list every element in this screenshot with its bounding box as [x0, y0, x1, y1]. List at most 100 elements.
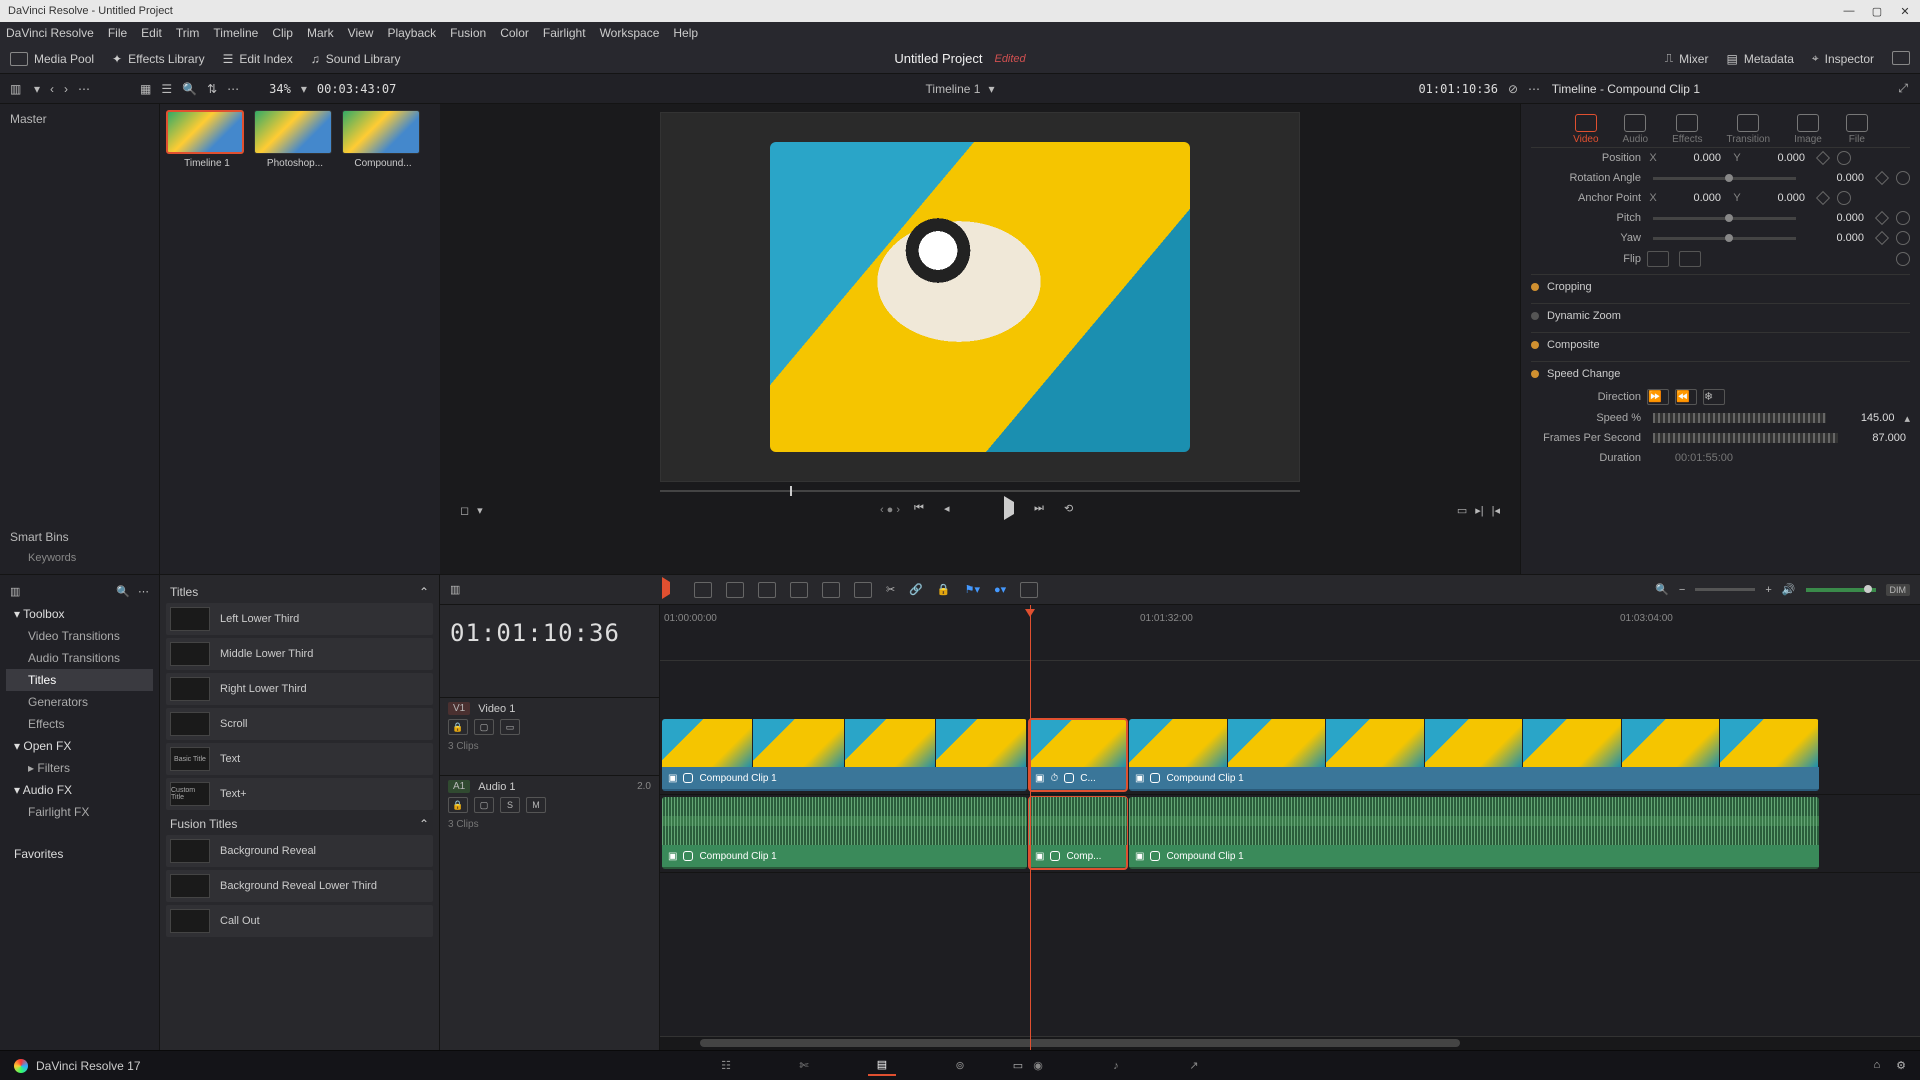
caret-up-icon[interactable]: ▴	[1904, 412, 1910, 425]
zoom-out-button[interactable]: −	[1679, 584, 1685, 596]
inspector-tab-audio[interactable]: Audio	[1623, 114, 1649, 145]
next-icon[interactable]: ›	[64, 82, 68, 96]
cat-toolbox[interactable]: ▾ Toolbox	[6, 603, 153, 625]
flip-h-button[interactable]	[1647, 251, 1669, 267]
section-dynamic-zoom[interactable]: Dynamic Zoom	[1531, 303, 1910, 328]
fps-slider[interactable]	[1653, 433, 1838, 443]
page-fusion[interactable]: ⊚	[946, 1056, 974, 1076]
mixer-toggle[interactable]: ⎍Mixer	[1665, 51, 1709, 66]
timeline-clip[interactable]: ▣Compound Clip 1	[662, 797, 1027, 869]
favorites-header[interactable]: Favorites	[6, 843, 153, 865]
single-viewer-icon[interactable]: ▭	[1457, 504, 1467, 517]
menu-mark[interactable]: Mark	[307, 26, 334, 40]
timeline-view-icon[interactable]: ▥	[450, 583, 464, 597]
menu-workspace[interactable]: Workspace	[600, 26, 660, 40]
timeline-clip[interactable]: ▣Compound Clip 1	[662, 719, 1027, 791]
page-cut[interactable]: ✄	[790, 1056, 818, 1076]
search-icon[interactable]: 🔍	[116, 585, 130, 599]
pitch-slider[interactable]	[1653, 217, 1796, 220]
selection-tool[interactable]	[662, 582, 680, 598]
minimize-button[interactable]: —	[1842, 4, 1856, 18]
title-item[interactable]: Custom TitleText+	[166, 778, 433, 810]
reset-button[interactable]	[1896, 231, 1910, 245]
stop-button[interactable]	[974, 502, 990, 518]
full-screen-button[interactable]	[1892, 51, 1910, 65]
flip-v-button[interactable]	[1679, 251, 1701, 267]
dim-button[interactable]: DIM	[1886, 584, 1911, 596]
cat-openfx[interactable]: ▾ Open FX	[6, 735, 153, 757]
metadata-toggle[interactable]: ▤Metadata	[1726, 51, 1793, 66]
reset-button[interactable]	[1896, 211, 1910, 225]
timeline-tracks[interactable]: 01:00:00:00 01:01:32:00 01:03:04:00 ▣Com…	[660, 605, 1920, 1050]
disable-button[interactable]: ▭	[500, 719, 520, 735]
sort-icon[interactable]: ⇅	[207, 82, 217, 96]
anchor-x-field[interactable]: 0.000	[1665, 191, 1725, 205]
smart-bin-keywords[interactable]: Keywords	[10, 552, 149, 564]
chevron-down-icon[interactable]: ▾	[34, 82, 40, 96]
flag-icon[interactable]: ⚑▾	[965, 583, 980, 596]
panel-icon[interactable]: ▥	[10, 585, 24, 599]
step-back-button[interactable]: ◂	[944, 502, 960, 518]
media-pool-toggle[interactable]: Media Pool	[10, 52, 94, 66]
duration-field[interactable]: 00:01:55:00	[1647, 451, 1737, 465]
speed-field[interactable]: 145.00	[1838, 411, 1898, 425]
chevron-down-icon[interactable]: ▾	[301, 82, 307, 96]
menu-help[interactable]: Help	[673, 26, 698, 40]
menu-color[interactable]: Color	[500, 26, 529, 40]
timeline-scrollbar[interactable]	[660, 1036, 1920, 1050]
track-header-a1[interactable]: A1Audio 12.0 🔒▢SM 3 Clips	[440, 775, 659, 853]
position-y-field[interactable]: 0.000	[1749, 151, 1809, 165]
marker-icon[interactable]: ●▾	[994, 583, 1006, 596]
viewer-scrubber[interactable]	[660, 486, 1300, 496]
page-edit[interactable]: ▤	[868, 1056, 896, 1076]
pitch-field[interactable]: 0.000	[1808, 211, 1868, 225]
blade-tool[interactable]	[758, 582, 776, 598]
mute-button[interactable]: M	[526, 797, 546, 813]
title-item[interactable]: Background Reveal	[166, 835, 433, 867]
sound-library-toggle[interactable]: ♫Sound Library	[311, 52, 401, 66]
thumb-grid-icon[interactable]: ▦	[140, 82, 151, 96]
lock-button[interactable]: 🔒	[448, 719, 468, 735]
lock-icon[interactable]: 🔒	[937, 583, 951, 596]
smart-bins-header[interactable]: Smart Bins	[10, 530, 149, 544]
menu-timeline[interactable]: Timeline	[213, 26, 258, 40]
reset-button[interactable]	[1896, 171, 1910, 185]
reset-button[interactable]	[1837, 151, 1851, 165]
keyframe-button[interactable]	[1816, 151, 1830, 165]
zoom-search-icon[interactable]: 🔍	[1655, 583, 1669, 596]
bin-view-icon[interactable]: ▥	[10, 82, 24, 96]
page-media[interactable]: ☷	[712, 1056, 740, 1076]
title-item[interactable]: Scroll	[166, 708, 433, 740]
yaw-slider[interactable]	[1653, 237, 1796, 240]
title-item[interactable]: Call Out	[166, 905, 433, 937]
maximize-button[interactable]: ▢	[1870, 4, 1884, 18]
rotation-field[interactable]: 0.000	[1808, 171, 1868, 185]
title-item[interactable]: Background Reveal Lower Third	[166, 870, 433, 902]
jump-start-button[interactable]: ⏮	[914, 502, 930, 518]
inspector-toggle[interactable]: ⌖Inspector	[1812, 51, 1874, 66]
auto-select-button[interactable]: ▢	[474, 719, 494, 735]
match-frame-icon[interactable]: ◻	[460, 504, 469, 517]
razor-icon[interactable]: ✂	[886, 583, 895, 596]
speed-slider[interactable]	[1653, 413, 1826, 423]
anchor-y-field[interactable]: 0.000	[1749, 191, 1809, 205]
menu-file[interactable]: File	[108, 26, 127, 40]
track-header-v1[interactable]: V1Video 1 🔒▢▭ 3 Clips	[440, 697, 659, 775]
insert-tool[interactable]	[790, 582, 808, 598]
search-icon[interactable]: 🔍	[182, 82, 197, 96]
zoom-in-button[interactable]: +	[1765, 584, 1771, 596]
fps-field[interactable]: 87.000	[1850, 431, 1910, 445]
zoom-slider[interactable]	[1695, 588, 1755, 591]
close-button[interactable]: ✕	[1898, 4, 1912, 18]
jump-end-button[interactable]: ⏭	[1034, 502, 1050, 518]
inspector-tab-effects[interactable]: Effects	[1672, 114, 1702, 145]
dynamic-trim-tool[interactable]	[726, 582, 744, 598]
replace-tool[interactable]	[854, 582, 872, 598]
viewer-canvas[interactable]	[660, 112, 1300, 482]
inspector-tab-file[interactable]: File	[1846, 114, 1868, 145]
inspector-tab-transition[interactable]: Transition	[1727, 114, 1771, 145]
cat-titles[interactable]: Titles	[6, 669, 153, 691]
expand-icon[interactable]: ⤢	[1898, 81, 1908, 96]
menu-fairlight[interactable]: Fairlight	[543, 26, 586, 40]
volume-icon[interactable]: 🔊	[1782, 583, 1796, 596]
